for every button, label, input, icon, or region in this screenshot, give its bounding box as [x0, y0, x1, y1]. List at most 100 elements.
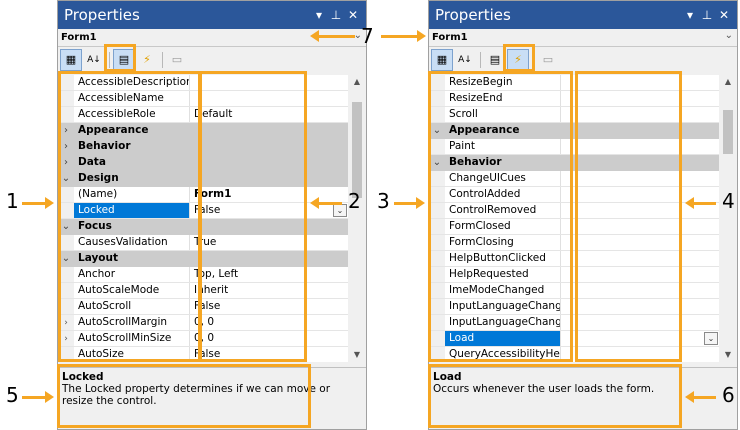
dropdown-arrow-icon[interactable]: ▾ [312, 8, 326, 22]
property-pages-button[interactable]: ▭ [537, 49, 559, 71]
property-value[interactable] [190, 75, 348, 90]
categorized-view-button[interactable]: ▦ [431, 48, 453, 71]
dropdown-chevron-icon[interactable]: ⌄ [704, 332, 718, 345]
scroll-thumb[interactable] [723, 109, 733, 154]
category-row[interactable]: › Data [58, 155, 348, 171]
collapse-chevron-icon[interactable]: ⌄ [58, 251, 74, 266]
property-row[interactable]: AutoSize False [58, 347, 348, 362]
properties-view-button[interactable]: ▤ [484, 49, 506, 71]
property-value[interactable]: True [190, 235, 348, 250]
property-value[interactable]: False [190, 347, 348, 362]
dropdown-arrow-icon[interactable]: ▾ [683, 8, 697, 22]
property-row[interactable]: › AutoScrollMargin 0, 0 [58, 315, 348, 331]
expand-chevron-icon[interactable]: › [58, 315, 74, 330]
collapse-chevron-icon[interactable]: ⌄ [58, 171, 74, 186]
scroll-down-icon[interactable]: ▼ [348, 348, 366, 362]
property-row[interactable]: ChangeUICues [429, 171, 719, 187]
property-pages-button[interactable]: ▭ [166, 49, 188, 71]
property-value[interactable] [561, 347, 719, 362]
property-value[interactable] [561, 75, 719, 90]
close-icon[interactable]: ✕ [717, 8, 731, 22]
expand-chevron-icon[interactable]: › [58, 331, 74, 346]
property-row[interactable]: ControlAdded [429, 187, 719, 203]
property-value[interactable] [561, 139, 719, 154]
grid-scrollbar[interactable]: ▲ ▼ [719, 75, 737, 362]
category-row[interactable]: ⌄ Design [58, 171, 348, 187]
property-row[interactable]: InputLanguageChanging [429, 315, 719, 331]
pin-icon[interactable]: ⊥ [329, 8, 343, 22]
dropdown-chevron-icon[interactable]: ⌄ [333, 204, 347, 217]
property-value[interactable] [561, 91, 719, 106]
property-row[interactable]: AccessibleDescription [58, 75, 348, 91]
property-row[interactable]: Load ⌄ [429, 331, 719, 347]
object-selector[interactable]: Form1 ⌄ [429, 29, 737, 47]
property-value[interactable] [190, 91, 348, 106]
category-row[interactable]: › Appearance [58, 123, 348, 139]
property-row[interactable]: (Name) Form1 [58, 187, 348, 203]
expand-chevron-icon[interactable]: › [58, 155, 74, 170]
events-view-button[interactable]: ⚡ [136, 49, 158, 71]
property-row[interactable]: Scroll [429, 107, 719, 123]
category-row[interactable]: ⌄ Behavior [429, 155, 719, 171]
expand-chevron-icon[interactable]: › [58, 123, 74, 138]
category-row[interactable]: › Behavior [58, 139, 348, 155]
property-row[interactable]: InputLanguageChanged [429, 299, 719, 315]
property-value[interactable]: False [190, 299, 348, 314]
property-value[interactable] [561, 315, 719, 330]
property-row[interactable]: AccessibleName [58, 91, 348, 107]
property-value[interactable] [561, 219, 719, 234]
property-row[interactable]: CausesValidation True [58, 235, 348, 251]
property-value[interactable] [561, 251, 719, 266]
scroll-up-icon[interactable]: ▲ [719, 75, 737, 89]
property-row[interactable]: AccessibleRole Default [58, 107, 348, 123]
close-icon[interactable]: ✕ [346, 8, 360, 22]
property-value[interactable]: ⌄ [561, 331, 719, 346]
property-value[interactable] [561, 267, 719, 282]
categorized-view-button[interactable]: ▦ [60, 48, 82, 71]
pin-icon[interactable]: ⊥ [700, 8, 714, 22]
grid-scrollbar[interactable]: ▲ ▼ [348, 75, 366, 362]
property-row[interactable]: ControlRemoved [429, 203, 719, 219]
property-value[interactable]: False ⌄ [190, 203, 348, 218]
property-row[interactable]: › AutoScrollMinSize 0, 0 [58, 331, 348, 347]
property-row[interactable]: AutoScroll False [58, 299, 348, 315]
scroll-thumb[interactable] [352, 101, 362, 198]
property-row[interactable]: AutoScaleMode Inherit [58, 283, 348, 299]
property-value[interactable]: Form1 [190, 187, 348, 202]
property-value[interactable] [561, 283, 719, 298]
scroll-down-icon[interactable]: ▼ [719, 348, 737, 362]
property-row[interactable]: ImeModeChanged [429, 283, 719, 299]
property-value[interactable]: Inherit [190, 283, 348, 298]
property-row[interactable]: Anchor Top, Left [58, 267, 348, 283]
alphabetical-sort-button[interactable]: A↓ [454, 49, 476, 71]
property-value[interactable]: Top, Left [190, 267, 348, 282]
property-row[interactable]: ResizeBegin [429, 75, 719, 91]
collapse-chevron-icon[interactable]: ⌄ [429, 123, 445, 138]
scroll-up-icon[interactable]: ▲ [348, 75, 366, 89]
events-view-button[interactable]: ⚡ [507, 48, 529, 71]
category-row[interactable]: ⌄ Focus [58, 219, 348, 235]
category-row[interactable]: ⌄ Appearance [429, 123, 719, 139]
property-value[interactable] [561, 187, 719, 202]
properties-view-button[interactable]: ▤ [113, 48, 135, 71]
collapse-chevron-icon[interactable]: ⌄ [58, 219, 74, 234]
collapse-chevron-icon[interactable]: ⌄ [429, 155, 445, 170]
property-row[interactable]: HelpRequested [429, 267, 719, 283]
property-value[interactable] [561, 171, 719, 186]
property-row[interactable]: ResizeEnd [429, 91, 719, 107]
expand-chevron-icon[interactable]: › [58, 139, 74, 154]
property-value[interactable] [561, 203, 719, 218]
property-row[interactable]: Paint [429, 139, 719, 155]
object-selector[interactable]: Form1 ⌄ [58, 29, 366, 47]
property-row[interactable]: HelpButtonClicked [429, 251, 719, 267]
property-value[interactable] [561, 107, 719, 122]
property-row[interactable]: FormClosing [429, 235, 719, 251]
property-value[interactable]: 0, 0 [190, 331, 348, 346]
alphabetical-sort-button[interactable]: A↓ [83, 49, 105, 71]
property-value[interactable] [561, 299, 719, 314]
category-row[interactable]: ⌄ Layout [58, 251, 348, 267]
property-row[interactable]: Locked False ⌄ [58, 203, 348, 219]
property-value[interactable]: Default [190, 107, 348, 122]
property-row[interactable]: QueryAccessibilityHelp [429, 347, 719, 362]
property-value[interactable] [561, 235, 719, 250]
